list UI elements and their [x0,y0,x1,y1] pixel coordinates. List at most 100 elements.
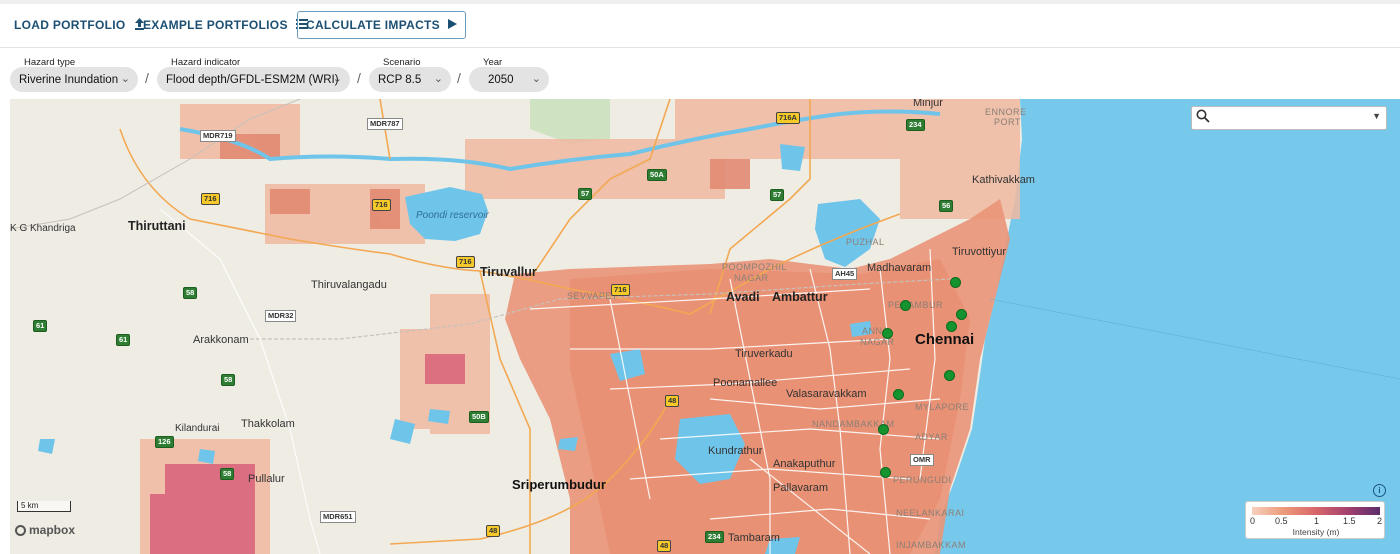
map-label-mylapore: MYLAPORE [915,402,970,412]
map-label-sriperumbudur: Sriperumbudur [512,477,606,492]
road-shield-716: 716 [611,284,630,296]
map-label-tambaram: Tambaram [728,532,780,544]
load-portfolio-label: LOAD PORTFOLIO [14,18,126,32]
hazard-type-select[interactable]: Riverine Inundation ⌄ [10,67,138,92]
filter-separator: / [145,70,149,86]
legend-color-ramp [1252,507,1380,515]
map-label-madhavaram: Madhavaram [867,262,932,274]
road-shield-ah45: AH45 [832,268,858,280]
map-label-ambattur: Ambattur [772,290,828,304]
asset-marker[interactable] [880,467,891,478]
map-scale-label: 5 km [21,501,39,510]
map-label-thiruttani: Thiruttani [128,219,186,233]
play-icon [447,18,457,32]
chevron-down-icon: ⌄ [332,73,342,85]
map-label-neelankarai: NEELANKARAI [896,508,965,518]
map-label-kathivakkam: Kathivakkam [972,174,1035,186]
road-shield-61: 61 [33,320,48,332]
road-shield-58: 58 [220,468,235,480]
asset-marker[interactable] [946,321,957,332]
hazard-filters: Hazard type Riverine Inundation ⌄ / Haza… [0,48,1400,99]
hazard-indicator-value: Flood depth/GFDL-ESM2M (WRI) [166,73,339,86]
road-shield-omr: OMR [910,454,934,466]
road-shield-716: 716 [201,193,220,205]
chevron-down-icon: ⌄ [531,73,541,85]
example-portfolios-button[interactable]: EXAMPLE PORTFOLIOS [143,12,308,38]
calculate-impacts-button[interactable]: CALCULATE IMPACTS [297,11,466,39]
map-label-thiruvalangadu: Thiruvalangadu [311,279,387,291]
map-label-ennore: ENNORE [985,107,1027,117]
map-base-layer [10,99,1400,554]
hazard-map[interactable]: Minjur ENNORE PORT Kathivakkam Thiruttan… [10,99,1400,554]
chevron-down-icon: ⌄ [433,73,443,85]
asset-marker[interactable] [950,277,961,288]
hazard-type-value: Riverine Inundation [19,73,119,86]
map-label-poonamallee: Poonamallee [713,377,778,389]
asset-marker[interactable] [893,389,904,400]
asset-marker[interactable] [882,328,893,339]
road-shield-48: 48 [486,525,501,537]
legend-tick: 0.5 [1275,516,1288,526]
load-portfolio-button[interactable]: LOAD PORTFOLIO [14,12,145,38]
filter-separator: / [457,70,461,86]
road-shield-716: 716 [456,256,475,268]
hazard-indicator-select[interactable]: Flood depth/GFDL-ESM2M (WRI) ⌄ [157,67,350,92]
map-label-minjur: Minjur [913,99,943,109]
map-label-tiruvallur: Tiruvallur [480,265,537,279]
scenario-value: RCP 8.5 [378,73,422,86]
road-shield-61: 61 [116,334,131,346]
road-shield-58: 58 [221,374,236,386]
map-label-injambakkam: INJAMBAKKAM [896,540,967,550]
map-label-nagar: NAGAR [734,273,769,283]
map-label-arakkonam: Arakkonam [193,334,249,346]
map-label-perambur: PERAMBUR [888,300,944,310]
road-shield-126: 126 [155,436,174,448]
road-shield-57: 57 [770,189,785,201]
legend-tick: 1 [1314,516,1320,526]
road-shield-mdr787: MDR787 [367,118,403,130]
road-shield-234: 234 [906,119,925,131]
map-label-port: PORT [994,117,1021,127]
year-select[interactable]: 2050 ⌄ [469,67,549,92]
road-shield-716: 716 [372,199,391,211]
road-shield-50a: 50A [647,169,667,181]
map-label-puzhal: PUZHAL [846,237,885,247]
example-portfolios-label: EXAMPLE PORTFOLIOS [143,18,288,32]
mapbox-logo[interactable]: mapbox [15,523,75,537]
map-label-tiruverkadu: Tiruverkadu [735,348,793,360]
legend-tick: 2 [1377,516,1383,526]
mapbox-logo-text: mapbox [29,523,76,537]
road-shield-56: 56 [939,200,954,212]
map-label-poondi-reservoir: Poondi reservoir [416,210,489,221]
asset-marker[interactable] [900,300,911,311]
caret-down-icon[interactable]: ▼ [1372,111,1381,121]
map-search-input[interactable]: ▼ [1191,106,1387,130]
intensity-legend: 0 0.5 1 1.5 2 Intensity (m) [1245,501,1385,539]
road-shield-mdr651: MDR651 [320,511,356,523]
asset-marker[interactable] [944,370,955,381]
map-label-perungudi: PERUNGUDI [893,475,952,485]
chevron-down-icon: ⌄ [120,73,130,85]
map-scale-bar: 5 km [17,501,71,512]
road-shield-716a: 716A [776,112,800,124]
filter-separator: / [357,70,361,86]
road-shield-48: 48 [657,540,672,552]
road-shield-57: 57 [578,188,593,200]
map-label-avadi: Avadi [726,290,760,304]
map-label-valasaravakkam: Valasaravakkam [786,388,867,400]
map-label-kilandurai: Kilandurai [175,423,220,434]
road-shield-mdr719: MDR719 [200,130,236,142]
scenario-select[interactable]: RCP 8.5 ⌄ [369,67,451,92]
map-label-tiruvottiyur: Tiruvottiyur [952,246,1006,258]
asset-marker[interactable] [956,309,967,320]
map-label-anakaputhur: Anakaputhur [773,458,836,470]
map-label-adyar: ADYAR [915,432,948,442]
road-shield-48: 48 [665,395,680,407]
info-icon[interactable]: i [1373,484,1386,497]
map-label-thakkolam: Thakkolam [241,418,295,430]
asset-marker[interactable] [878,424,889,435]
map-label-k-g-khandriga: K G Khandriga [10,223,76,234]
map-label-kundrathur: Kundrathur [708,445,763,457]
map-label-poompozhil: POOMPOZHIL [722,262,788,272]
calculate-impacts-label: CALCULATE IMPACTS [306,18,440,32]
